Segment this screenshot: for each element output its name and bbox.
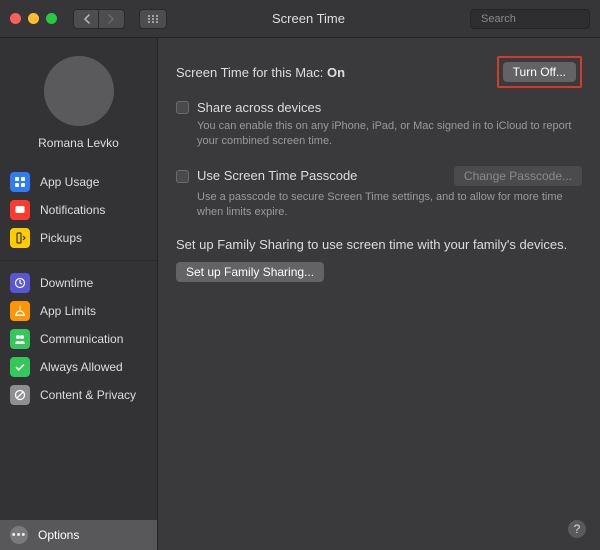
sidebar-item-label: Communication	[40, 332, 123, 346]
change-passcode-button[interactable]: Change Passcode...	[454, 166, 582, 186]
forward-button[interactable]	[99, 9, 125, 29]
pickups-icon	[10, 228, 30, 248]
sidebar-item-options[interactable]: ••• Options	[0, 520, 157, 550]
content-privacy-icon	[10, 385, 30, 405]
options-icon: •••	[10, 526, 28, 544]
close-icon[interactable]	[10, 13, 21, 24]
setup-family-sharing-button[interactable]: Set up Family Sharing...	[176, 262, 324, 282]
help-icon: ?	[574, 522, 581, 536]
sidebar-item-label: Notifications	[40, 203, 105, 217]
sidebar-item-label: App Limits	[40, 304, 96, 318]
sidebar-item-app-usage[interactable]: App Usage	[0, 168, 157, 196]
sidebar-item-downtime[interactable]: Downtime	[0, 269, 157, 297]
sidebar-divider	[0, 260, 157, 261]
sidebar-item-always-allowed[interactable]: Always Allowed	[0, 353, 157, 381]
title-bar: Screen Time	[0, 0, 600, 38]
sidebar-item-app-limits[interactable]: App Limits	[0, 297, 157, 325]
share-across-devices-checkbox[interactable]	[176, 101, 189, 114]
app-limits-icon	[10, 301, 30, 321]
user-name: Romana Levko	[38, 136, 119, 150]
sidebar-item-label: Options	[38, 528, 79, 542]
downtime-icon	[10, 273, 30, 293]
user-block: Romana Levko	[0, 38, 157, 164]
zoom-icon[interactable]	[46, 13, 57, 24]
sidebar-item-label: Downtime	[40, 276, 93, 290]
sidebar: Romana Levko App Usage Notifications Pic…	[0, 38, 158, 550]
sidebar-item-label: App Usage	[40, 175, 99, 189]
nav-buttons	[73, 9, 125, 29]
notifications-icon	[10, 200, 30, 220]
passcode-desc: Use a passcode to secure Screen Time set…	[197, 190, 582, 221]
share-across-devices-desc: You can enable this on any iPhone, iPad,…	[197, 119, 582, 150]
use-passcode-checkbox[interactable]	[176, 170, 189, 183]
sidebar-item-pickups[interactable]: Pickups	[0, 224, 157, 252]
window-title: Screen Time	[155, 11, 462, 26]
chevron-left-icon	[83, 14, 90, 24]
chevron-right-icon	[108, 14, 115, 24]
family-sharing-text: Set up Family Sharing to use screen time…	[176, 237, 582, 252]
avatar	[44, 56, 114, 126]
turn-off-button[interactable]: Turn Off...	[503, 62, 576, 82]
window-controls	[10, 13, 57, 24]
sidebar-item-communication[interactable]: Communication	[0, 325, 157, 353]
sidebar-item-content-privacy[interactable]: Content & Privacy	[0, 381, 157, 409]
sidebar-item-label: Always Allowed	[40, 360, 123, 374]
sidebar-item-notifications[interactable]: Notifications	[0, 196, 157, 224]
back-button[interactable]	[73, 9, 99, 29]
minimize-icon[interactable]	[28, 13, 39, 24]
sidebar-item-label: Content & Privacy	[40, 388, 136, 402]
content-pane: Screen Time for this Mac: On Turn Off...…	[158, 38, 600, 550]
communication-icon	[10, 329, 30, 349]
search-input[interactable]	[481, 13, 600, 25]
share-across-devices-label: Share across devices	[197, 100, 321, 115]
help-button[interactable]: ?	[568, 520, 586, 538]
sidebar-item-label: Pickups	[40, 231, 82, 245]
app-usage-icon	[10, 172, 30, 192]
use-passcode-label: Use Screen Time Passcode	[197, 168, 357, 183]
always-allowed-icon	[10, 357, 30, 377]
turn-off-highlight: Turn Off...	[497, 56, 582, 88]
screen-time-status: Screen Time for this Mac: On	[176, 65, 345, 80]
search-field[interactable]	[470, 9, 590, 29]
